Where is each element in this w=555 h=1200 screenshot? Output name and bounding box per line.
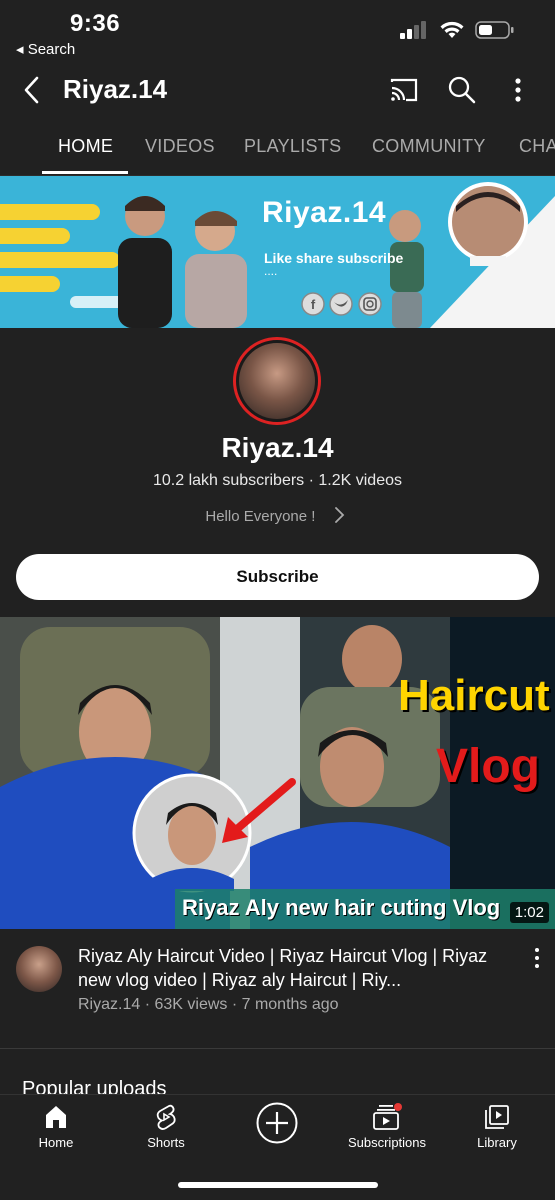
nav-subscriptions[interactable]: Subscriptions <box>337 1103 437 1150</box>
tab-videos[interactable]: VIDEOS <box>145 136 215 157</box>
video-meta: Riyaz.14 · 63K views · 7 months ago <box>78 996 339 1013</box>
featured-video-thumbnail[interactable]: Haircut Vlog Riyaz Aly new hair cuting V… <box>0 617 555 929</box>
cellular-signal-icon <box>400 21 426 39</box>
thumbnail-headline-vlog: Vlog <box>436 740 540 793</box>
wifi-icon <box>440 21 464 38</box>
featured-video-details[interactable]: Riyaz Aly Haircut Video | Riyaz Haircut … <box>0 942 555 1032</box>
nav-library[interactable]: Library <box>447 1103 547 1150</box>
svg-text:f: f <box>311 297 316 312</box>
subscriptions-icon <box>373 1103 402 1130</box>
channel-description: Hello Everyone ! <box>205 508 316 525</box>
back-to-search-link[interactable]: ◂ Search <box>16 40 75 58</box>
battery-icon <box>475 21 514 39</box>
cast-icon[interactable] <box>388 74 420 106</box>
channel-header: Riyaz.14 <box>0 62 555 118</box>
nav-home-label: Home <box>38 1135 74 1150</box>
subscribe-button[interactable]: Subscribe <box>16 554 539 600</box>
channel-banner: f Riyaz.14 Like share subscribe .... <box>0 176 555 328</box>
banner-dots: .... <box>264 264 278 278</box>
channel-avatar-image <box>239 343 315 419</box>
thumbnail-headline-haircut: Haircut <box>398 671 550 720</box>
shorts-icon <box>156 1104 176 1130</box>
video-channel-avatar[interactable] <box>16 946 62 992</box>
tab-home[interactable]: HOME <box>58 136 113 157</box>
channel-tabs: HOME VIDEOS PLAYLISTS COMMUNITY CHA <box>0 120 555 176</box>
create-icon <box>256 1102 298 1144</box>
search-icon[interactable] <box>446 74 478 106</box>
channel-stats: 10.2 lakh subscribers · 1.2K videos <box>152 472 402 489</box>
active-tab-indicator <box>42 171 128 174</box>
section-divider <box>0 1048 555 1049</box>
nav-subscriptions-label: Subscriptions <box>347 1135 427 1150</box>
nav-shorts[interactable]: Shorts <box>116 1103 216 1150</box>
channel-avatar[interactable] <box>233 337 321 425</box>
thumbnail-caption: Riyaz Aly new hair cuting Vlog <box>182 895 501 920</box>
nav-create[interactable] <box>227 1101 327 1145</box>
status-time: 9:36 <box>70 10 121 37</box>
more-options-icon[interactable] <box>502 74 534 106</box>
nav-home[interactable]: Home <box>6 1103 106 1150</box>
channel-name: Riyaz.14 <box>221 432 334 463</box>
header-title: Riyaz.14 <box>63 74 168 104</box>
status-bar: 9:36 ◂ Search <box>0 0 555 62</box>
nav-shorts-label: Shorts <box>147 1135 185 1150</box>
banner-tagline: Like share subscribe <box>264 250 404 266</box>
video-more-icon[interactable] <box>531 946 543 970</box>
home-icon <box>46 1106 66 1128</box>
library-icon <box>485 1105 509 1129</box>
banner-title: Riyaz.14 <box>262 196 387 229</box>
nav-library-label: Library <box>477 1135 517 1150</box>
home-indicator[interactable] <box>178 1182 378 1188</box>
chevron-right-icon <box>334 507 344 523</box>
video-duration: 1:02 <box>509 902 549 923</box>
tab-channels[interactable]: CHA <box>519 136 555 157</box>
video-title[interactable]: Riyaz Aly Haircut Video | Riyaz Haircut … <box>78 944 508 992</box>
status-icons <box>399 20 515 40</box>
back-arrow-icon[interactable] <box>18 74 46 106</box>
tab-community[interactable]: COMMUNITY <box>372 136 486 157</box>
tab-playlists[interactable]: PLAYLISTS <box>244 136 341 157</box>
channel-description-link[interactable]: Hello Everyone ! <box>0 506 555 525</box>
